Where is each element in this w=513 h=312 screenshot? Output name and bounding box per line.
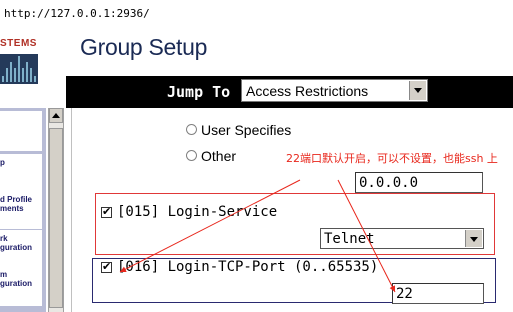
jump-to-select[interactable]: Access Restrictions bbox=[241, 79, 428, 102]
scroll-up-arrow-icon[interactable] bbox=[49, 108, 63, 123]
other-ip-value: 0.0.0.0 bbox=[359, 175, 419, 191]
radio-other[interactable] bbox=[186, 150, 197, 161]
sidebar-item-label: d Profile bbox=[0, 195, 33, 204]
chevron-down-icon[interactable] bbox=[465, 230, 482, 247]
login-tcp-port-input[interactable]: 22 bbox=[392, 283, 484, 304]
logo-bars-icon bbox=[0, 54, 38, 84]
sidebar-item-network-configuration[interactable]: rk guration bbox=[0, 230, 42, 266]
radio-user-specifies[interactable] bbox=[186, 124, 197, 135]
sidebar-scrollbar[interactable] bbox=[48, 108, 64, 312]
sidebar-item-label: guration bbox=[0, 279, 32, 288]
scrollbar-thumb[interactable] bbox=[49, 128, 63, 308]
login-tcp-port-label: [016] Login-TCP-Port (0..65535) bbox=[117, 259, 379, 275]
sidebar-item-system-configuration[interactable]: m guration bbox=[0, 266, 42, 306]
sidebar-item-label: m bbox=[0, 270, 8, 279]
sidebar-item[interactable]: p bbox=[0, 154, 42, 194]
sidebar-item-label: guration bbox=[0, 243, 32, 252]
jump-to-selected-value: Access Restrictions bbox=[246, 83, 369, 99]
login-tcp-port-value: 22 bbox=[396, 286, 413, 302]
radio-user-specifies-label: User Specifies bbox=[201, 122, 292, 138]
login-service-select[interactable]: Telnet bbox=[320, 228, 484, 249]
jump-to-label: Jump To bbox=[167, 83, 231, 101]
login-tcp-port-checkbox[interactable] bbox=[101, 260, 112, 273]
other-ip-input[interactable]: 0.0.0.0 bbox=[355, 172, 483, 193]
sidebar-item[interactable] bbox=[0, 111, 42, 151]
address-bar[interactable]: http://127.0.0.1:2936/ bbox=[0, 0, 513, 30]
annotation-note: 22端口默认开启，可以不设置，也能ssh 上 bbox=[286, 152, 498, 165]
sidebar-item-label: ments bbox=[0, 204, 24, 213]
page-title: Group Setup bbox=[80, 34, 208, 60]
divider bbox=[71, 108, 72, 312]
sidebar-item-profile-components[interactable]: d Profile ments bbox=[0, 193, 42, 229]
login-service-checkbox[interactable] bbox=[101, 205, 112, 218]
logo-text: STEMS bbox=[0, 38, 37, 49]
login-service-value: Telnet bbox=[324, 231, 375, 247]
url-text: http://127.0.0.1:2936/ bbox=[4, 7, 150, 20]
cisco-logo: STEMS bbox=[0, 38, 40, 88]
sidebar-item-label: rk bbox=[0, 234, 8, 243]
jump-bar: Jump To Access Restrictions bbox=[66, 76, 513, 108]
sidebar-item-label: p bbox=[0, 158, 5, 167]
sidebar: p d Profile ments rk guration m guration bbox=[0, 108, 46, 312]
radio-other-label: Other bbox=[201, 148, 237, 164]
chevron-down-icon[interactable] bbox=[409, 81, 426, 100]
login-service-label: [015] Login-Service bbox=[117, 204, 278, 220]
